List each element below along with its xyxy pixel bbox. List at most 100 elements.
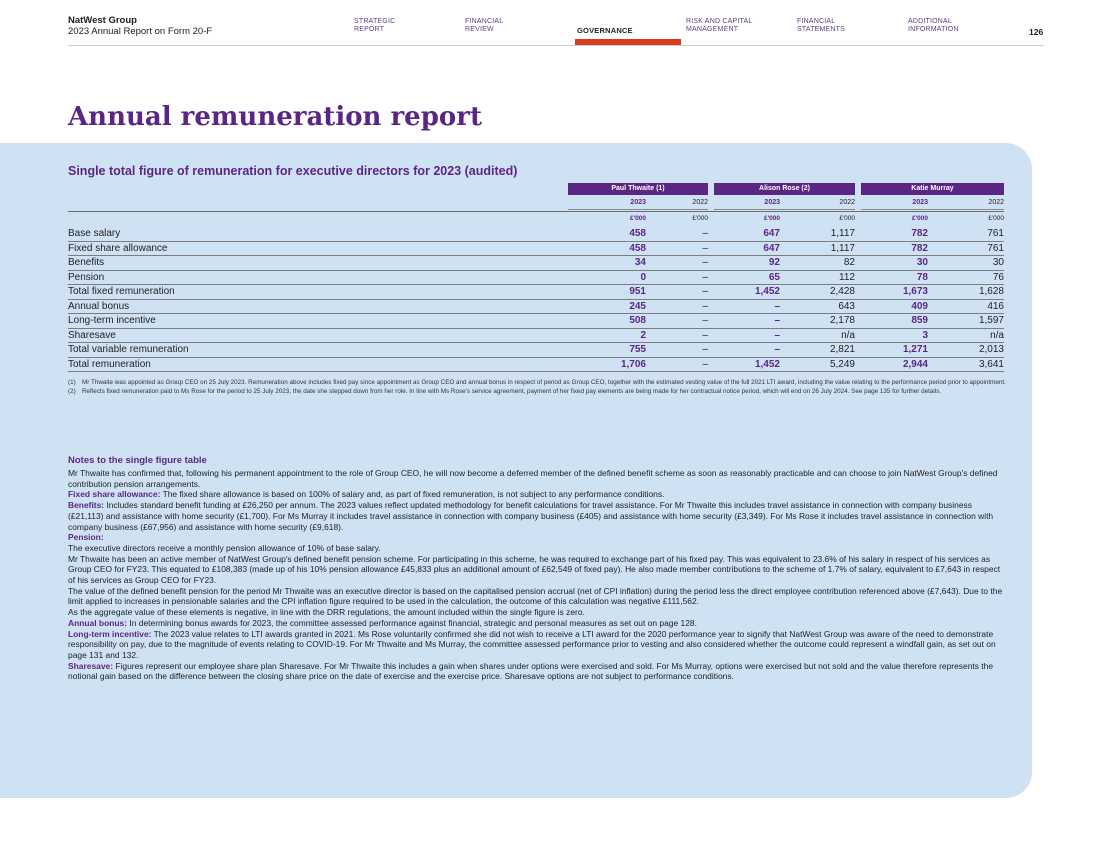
footnotes: (1) Mr Thwaite was appointed as Group CE… — [68, 379, 1008, 398]
nav-label: RISK AND CAPITAL — [686, 18, 753, 25]
note-text: The executive directors receive a monthl… — [68, 542, 381, 553]
table-cell: 416 — [987, 300, 1004, 312]
exec-header-thwaite: Paul Thwaite (1) — [568, 183, 708, 195]
exec-header-rose: Alison Rose (2) — [714, 183, 855, 195]
table-row: Pension 0 – 65 112 78 76 — [68, 271, 1004, 285]
table-cell: – — [774, 329, 780, 341]
table-cell: 2,944 — [902, 358, 928, 370]
nav-label: FINANCIAL — [797, 18, 836, 25]
header-divider — [68, 45, 1044, 46]
note-text: The 2023 value relates to LTI awards gra… — [68, 628, 996, 660]
table-cell: 78 — [916, 271, 928, 283]
table-cell: 458 — [629, 228, 646, 239]
unit-row: £'000 £'000 £'000 £'000 £'000 £'000 — [68, 213, 1004, 224]
year-cell: 2023 — [764, 199, 780, 206]
table-cell: – — [702, 329, 708, 341]
table-cell: 2,013 — [978, 344, 1004, 355]
row-label: Fixed share allowance — [68, 242, 168, 254]
row-label: Benefits — [68, 257, 105, 268]
footnote-number: (2) — [68, 388, 76, 396]
table-cell: – — [774, 300, 780, 312]
rule — [568, 209, 708, 210]
page-title: Annual remuneration report — [68, 102, 482, 132]
nav-label: STATEMENTS — [797, 26, 846, 33]
table-cell: 1,117 — [830, 228, 855, 239]
row-label: Annual bonus — [68, 300, 130, 312]
table-cell: 3,641 — [978, 358, 1004, 370]
table-cell: 65 — [768, 271, 780, 283]
table-cell: 782 — [911, 228, 928, 239]
org-name: NatWest Group — [68, 15, 137, 26]
note-text: As the aggregate value of these elements… — [68, 607, 585, 618]
rule — [68, 211, 1004, 212]
unit-cell: £'000 — [988, 215, 1004, 222]
row-label: Base salary — [68, 228, 121, 239]
table-cell: 951 — [629, 286, 646, 297]
table-cell: – — [702, 358, 708, 370]
nav-label: STRATEGIC — [354, 18, 396, 25]
nav-risk-capital-management[interactable]: RISK AND CAPITAL MANAGEMENT — [686, 18, 752, 34]
table-cell: 859 — [911, 315, 928, 326]
rule — [861, 209, 1004, 210]
nav-additional-information[interactable]: ADDITIONAL INFORMATION — [908, 18, 959, 34]
nav-governance[interactable]: GOVERNANCE — [577, 27, 633, 35]
table-cell: – — [774, 344, 780, 355]
year-cell: 2022 — [988, 199, 1004, 206]
unit-cell: £'000 — [629, 215, 646, 222]
table-cell: n/a — [841, 329, 855, 341]
note-key: Long-term incentive: — [68, 628, 152, 639]
table-cell: – — [702, 271, 708, 283]
table-cell: 245 — [629, 300, 646, 312]
unit-cell: £'000 — [763, 215, 780, 222]
table-cell: 755 — [629, 344, 646, 355]
footnote-text: Reflects fixed remuneration paid to Ms R… — [82, 388, 942, 396]
table-cell: 1,117 — [830, 242, 855, 254]
note-text: The fixed share allowance is based on 10… — [160, 489, 665, 500]
footnote-number: (1) — [68, 379, 76, 386]
table-row: Annual bonus 245 – – 643 409 416 — [68, 300, 1004, 314]
table-body: Base salary 458 – 647 1,117 782 761 Fixed share… — [68, 227, 1004, 372]
table-row: Sharesave 2 – – n/a 3 n/a — [68, 329, 1004, 343]
note-long-term-incentive: Long-term incentive: The 2023 value rela… — [68, 629, 1008, 661]
year-row: 2023 2022 2023 2022 2023 2022 — [68, 197, 1004, 208]
exec-header-murray: Katie Murray — [861, 183, 1004, 195]
brand-block: NatWest Group 2023 Annual Report on Form… — [68, 15, 212, 37]
note-annual-bonus: Annual bonus: In determining bonus award… — [68, 618, 1008, 629]
table-cell: 458 — [629, 242, 646, 254]
note-key: Fixed share allowance: — [68, 489, 161, 500]
footnote-text: Mr Thwaite was appointed as Group CEO on… — [82, 379, 1006, 386]
table-row: Benefits 34 – 92 82 30 30 — [68, 256, 1004, 271]
table-cell: 92 — [768, 257, 780, 268]
table-cell: – — [702, 286, 708, 297]
note-text: Figures represent our employee share pla… — [68, 660, 994, 682]
year-cell: 2023 — [912, 199, 928, 206]
table-cell: 76 — [992, 271, 1004, 283]
nav-financial-statements[interactable]: FINANCIAL STATEMENTS — [797, 18, 845, 34]
row-label: Sharesave — [68, 329, 116, 341]
note-text: In determining bonus awards for 2023, th… — [127, 617, 697, 628]
year-cell: 2022 — [692, 199, 708, 206]
table-row: Long-term incentive 508 – – 2,178 859 1,597 — [68, 314, 1004, 329]
table-cell: – — [702, 344, 708, 355]
table-cell: 761 — [987, 228, 1004, 239]
notes-intro: Mr Thwaite has confirmed that, following… — [68, 468, 998, 489]
nav-financial-review[interactable]: FINANCIAL REVIEW — [465, 18, 503, 34]
table-cell: 409 — [911, 300, 928, 312]
unit-cell: £'000 — [839, 215, 855, 222]
note-key: Pension: — [68, 532, 104, 543]
row-label: Total variable remuneration — [68, 344, 189, 355]
nav-label: FINANCIAL — [465, 18, 504, 25]
top-bar: NatWest Group 2023 Annual Report on Form… — [0, 0, 1100, 46]
table-cell: – — [702, 315, 708, 326]
rule — [714, 209, 855, 210]
report-subtitle: 2023 Annual Report on Form 20-F — [68, 26, 213, 37]
unit-cell: £'000 — [692, 215, 708, 222]
table-cell: – — [702, 300, 708, 312]
page-number: 126 — [1029, 27, 1044, 37]
table-title: Single total figure of remuneration for … — [68, 164, 518, 178]
nav-strategic-report[interactable]: STRATEGIC REPORT — [354, 18, 395, 34]
table-cell: 112 — [839, 271, 855, 283]
row-label: Total remuneration — [68, 358, 151, 370]
table-cell: 5,249 — [829, 358, 855, 370]
table-cell: 647 — [763, 242, 780, 254]
